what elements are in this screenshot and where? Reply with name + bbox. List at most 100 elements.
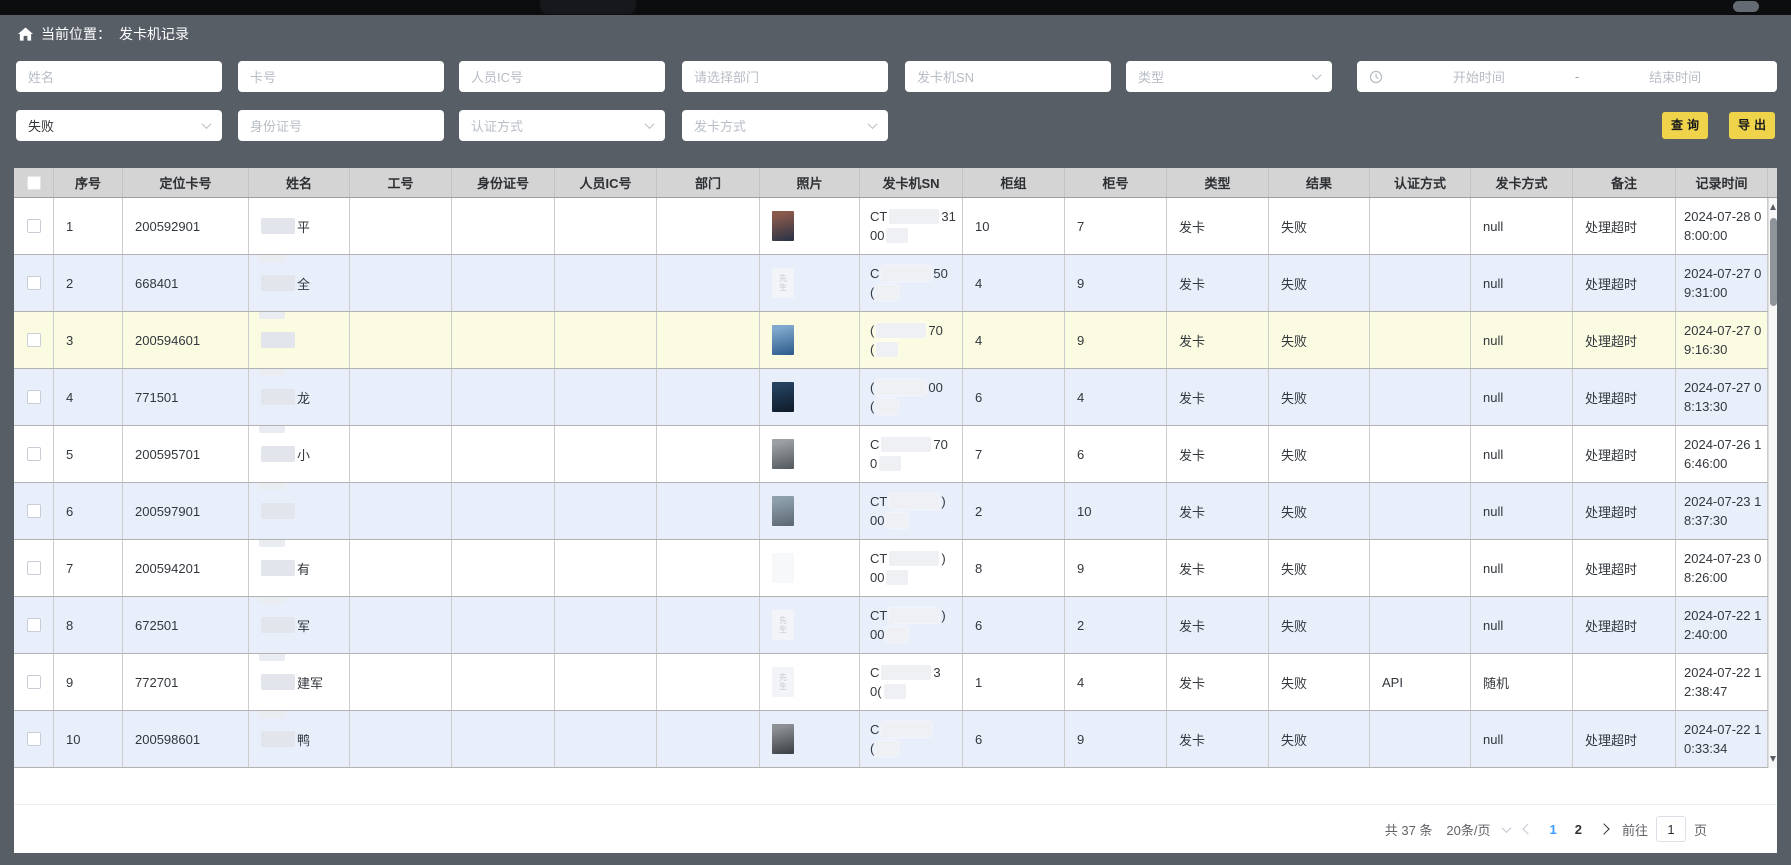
cell-department <box>657 654 760 710</box>
row-checkbox[interactable] <box>27 219 41 233</box>
table-row[interactable]: 3 200594601 (70 ( 4 9 发卡 失败 null 处理超时 20… <box>14 312 1777 369</box>
row-checkbox[interactable] <box>27 504 41 518</box>
redaction-blob <box>261 731 295 747</box>
row-checkbox[interactable] <box>27 390 41 404</box>
row-checkbox[interactable] <box>27 732 41 746</box>
scrollbar-thumb[interactable] <box>1770 218 1777 306</box>
cell-result: 失败 <box>1269 312 1370 368</box>
end-time-placeholder[interactable]: 结束时间 <box>1585 67 1765 86</box>
column-header: 序号 <box>54 168 123 197</box>
cell-type: 发卡 <box>1167 198 1269 254</box>
browser-top-strip <box>0 0 1791 15</box>
cell-record-time: 2024-07-28 08:00:00 <box>1676 198 1768 254</box>
sn-fragment: CT <box>870 551 887 566</box>
auth-method-select[interactable]: 认证方式 <box>459 110 665 141</box>
cell-auth-method <box>1370 312 1471 368</box>
issue-method-select[interactable]: 发卡方式 <box>682 110 888 141</box>
photo-thumbnail[interactable]: 先生 <box>772 268 794 298</box>
cell-note: 处理超时 <box>1573 426 1676 482</box>
cell-cabinet-no: 10 <box>1065 483 1167 539</box>
table-row[interactable]: 1 200592901 平 CT31 00 10 7 发卡 失败 null 处理… <box>14 198 1777 255</box>
cell-name <box>249 483 350 539</box>
export-button[interactable]: 导出 <box>1729 112 1775 139</box>
machine-sn-input[interactable]: 发卡机SN <box>905 61 1111 92</box>
goto-label: 前往 <box>1622 820 1648 839</box>
cell-result: 失败 <box>1269 654 1370 710</box>
column-header: 柜组 <box>963 168 1065 197</box>
home-icon <box>18 27 33 41</box>
row-checkbox[interactable] <box>27 447 41 461</box>
person-ic-input[interactable]: 人员IC号 <box>459 61 665 92</box>
page-number[interactable]: 1 <box>1550 822 1557 837</box>
pagination: 共 37 条 20条/页 12 前往 页 <box>1385 812 1707 846</box>
cell-machine-sn: CT) 00 <box>860 483 963 539</box>
table-row[interactable]: 5 200595701 小 C70 0 7 6 发卡 失败 null 处理超时 … <box>14 426 1777 483</box>
start-time-placeholder[interactable]: 开始时间 <box>1389 67 1569 86</box>
table-row[interactable]: 4 771501 龙 (00 ( 6 4 发卡 失败 null 处理超时 202… <box>14 369 1777 426</box>
page-size-select[interactable]: 20条/页 <box>1446 820 1509 839</box>
sn-fragment: 00 <box>870 228 884 243</box>
photo-thumbnail[interactable] <box>772 211 794 241</box>
table-row[interactable]: 7 200594201 有 CT) 00 8 9 发卡 失败 null 处理超时… <box>14 540 1777 597</box>
cell-note: 处理超时 <box>1573 483 1676 539</box>
photo-thumbnail[interactable] <box>772 724 794 754</box>
photo-thumbnail[interactable] <box>772 325 794 355</box>
photo-thumbnail[interactable]: 先生 <box>772 667 794 697</box>
cell-name: 全 <box>249 255 350 311</box>
photo-thumbnail[interactable] <box>772 496 794 526</box>
name-input[interactable]: 姓名 <box>16 61 222 92</box>
table-row[interactable]: 9 772701 建军 先生 C3 0( 1 4 发卡 失败 API 随机 20… <box>14 654 1777 711</box>
photo-thumbnail[interactable]: 先生 <box>772 610 794 640</box>
goto-page-input[interactable] <box>1656 816 1686 842</box>
cell-result: 失败 <box>1269 198 1370 254</box>
card-number-input[interactable]: 卡号 <box>238 61 444 92</box>
column-header: 发卡机SN <box>860 168 963 197</box>
card-placeholder: 卡号 <box>250 67 276 86</box>
table-row[interactable]: 6 200597901 CT) 00 2 10 发卡 失败 null 处理超时 … <box>14 483 1777 540</box>
id-card-input[interactable]: 身份证号 <box>238 110 444 141</box>
table-row[interactable]: 2 668401 全 先生 C50 ( 4 9 发卡 失败 null 处理超时 … <box>14 255 1777 312</box>
select-all-checkbox[interactable] <box>27 176 41 190</box>
row-checkbox[interactable] <box>27 333 41 347</box>
time-line2: 2:40:00 <box>1684 625 1727 644</box>
row-checkbox[interactable] <box>27 618 41 632</box>
cell-cabinet-group: 6 <box>963 711 1065 767</box>
photo-thumbnail[interactable] <box>772 382 794 412</box>
cell-department <box>657 711 760 767</box>
photo-thumbnail[interactable] <box>772 553 794 583</box>
time-line2: 8:26:00 <box>1684 568 1727 587</box>
row-checkbox[interactable] <box>27 675 41 689</box>
cell-photo <box>760 711 860 767</box>
cell-record-time: 2024-07-22 10:33:34 <box>1676 711 1768 767</box>
result-select[interactable]: 失败 <box>16 110 222 141</box>
cell-machine-sn: C3 0( <box>860 654 963 710</box>
query-button[interactable]: 查询 <box>1662 112 1708 139</box>
date-range-picker[interactable]: 开始时间 - 结束时间 <box>1357 61 1777 92</box>
redaction-blob <box>261 389 295 405</box>
time-line1: 2024-07-28 0 <box>1684 207 1761 226</box>
row-checkbox[interactable] <box>27 561 41 575</box>
scroll-up-icon[interactable] <box>1769 202 1778 212</box>
type-select[interactable]: 类型 <box>1126 61 1332 92</box>
cell-photo <box>760 426 860 482</box>
table-row[interactable]: 10 200598601 鸭 C ( 6 9 发卡 失败 null 处理超时 2… <box>14 711 1777 768</box>
row-checkbox[interactable] <box>27 276 41 290</box>
photo-thumbnail[interactable] <box>772 439 794 469</box>
department-select[interactable]: 请选择部门 <box>682 61 888 92</box>
cell-record-time: 2024-07-27 09:16:30 <box>1676 312 1768 368</box>
table-row[interactable]: 8 672501 军 先生 CT) 00 6 2 发卡 失败 null 处理超时… <box>14 597 1777 654</box>
column-header: 姓名 <box>249 168 350 197</box>
cell-seq: 9 <box>54 654 123 710</box>
cell-department <box>657 540 760 596</box>
page-number[interactable]: 2 <box>1575 822 1582 837</box>
prev-page-icon[interactable] <box>1522 823 1533 834</box>
redaction-blob <box>876 323 926 338</box>
cell-note: 处理超时 <box>1573 198 1676 254</box>
next-page-icon[interactable] <box>1598 823 1609 834</box>
scroll-down-icon[interactable] <box>1769 754 1778 764</box>
cell-auth-method: API <box>1370 654 1471 710</box>
table-scrollbar[interactable] <box>1768 198 1777 768</box>
column-header: 工号 <box>350 168 452 197</box>
redaction-blob <box>886 570 908 585</box>
cell-note: 处理超时 <box>1573 711 1676 767</box>
